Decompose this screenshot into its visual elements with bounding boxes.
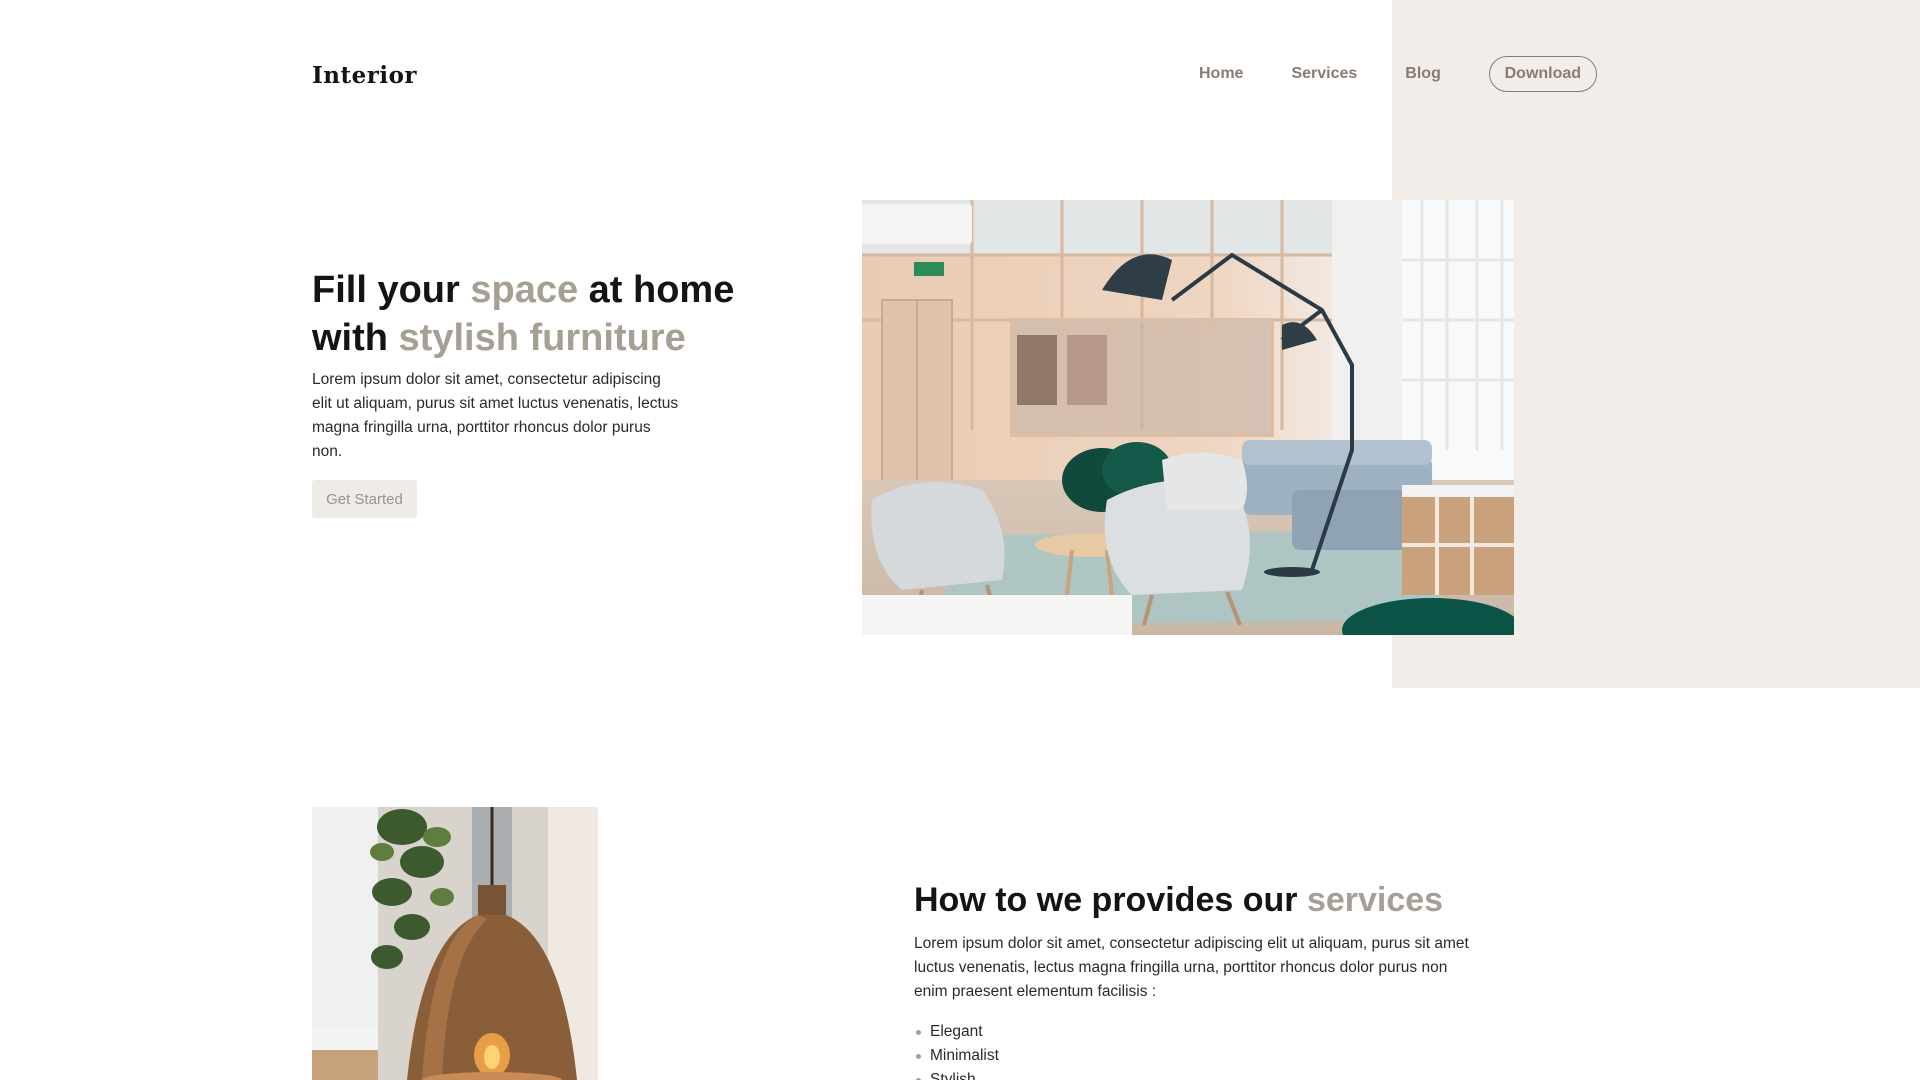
nav-home-link[interactable]: Home <box>1199 65 1243 83</box>
services-title-part1: How to we provides our <box>914 881 1307 919</box>
landing-page: Interior Home Services Blog Download Fil… <box>0 0 1920 1080</box>
hero-living-room-image <box>862 200 1514 635</box>
logo[interactable]: Interior <box>312 62 417 89</box>
hero-title-accent-furniture: stylish furniture <box>398 317 686 359</box>
get-started-button[interactable]: Get Started <box>312 480 417 518</box>
services-title: How to we provides our services <box>914 876 1443 924</box>
hero-description: Lorem ipsum dolor sit amet, consectetur … <box>312 371 679 460</box>
services-title-accent: services <box>1306 881 1444 919</box>
main-nav: Home Services Blog Download <box>1199 56 1597 92</box>
download-button[interactable]: Download <box>1488 56 1597 92</box>
services-description: Lorem ipsum dolor sit amet, consectetur … <box>914 935 1469 1000</box>
hero-title-accent-space: space <box>470 269 579 311</box>
nav-services-link[interactable]: Services <box>1291 65 1357 83</box>
hero-title-part1: Fill your <box>312 269 471 311</box>
nav-blog-link[interactable]: Blog <box>1405 65 1441 83</box>
hero-title: Fill your space at home with stylish fur… <box>312 266 772 362</box>
features-list: Elegant Minimalist Stylish <box>914 1020 999 1080</box>
living-room-illustration <box>862 200 1514 635</box>
feature-item-stylish: Stylish <box>914 1068 999 1080</box>
feature-item-elegant: Elegant <box>914 1020 999 1044</box>
pendant-lamp-image <box>312 807 598 1080</box>
pendant-lamp-illustration <box>312 807 598 1080</box>
feature-item-minimalist: Minimalist <box>914 1044 999 1068</box>
